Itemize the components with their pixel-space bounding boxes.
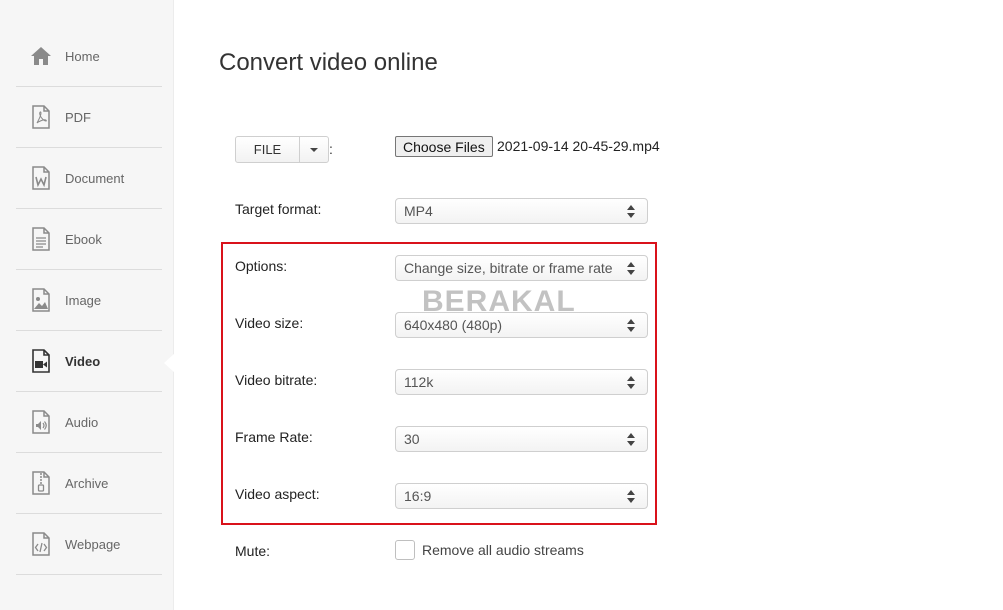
video-bitrate-label: Video bitrate: (235, 372, 318, 388)
sidebar-item-label: Webpage (65, 536, 121, 552)
options-label: Options: (235, 258, 288, 274)
target-format-select[interactable]: MP4 (395, 198, 648, 224)
file-colon: : (329, 141, 333, 157)
page-title: Convert video online (219, 49, 438, 76)
sidebar-item-pdf[interactable]: PDF (16, 87, 162, 148)
video-bitrate-select[interactable]: 112k (395, 369, 648, 395)
ebook-icon (29, 227, 53, 251)
sidebar: Home PDF Document Ebook Image Video Audi… (0, 0, 175, 610)
frame-rate-select[interactable]: 30 (395, 426, 648, 452)
mute-label: Mute: (235, 543, 271, 559)
target-format-label: Target format: (235, 201, 322, 217)
sidebar-item-video[interactable]: Video (16, 331, 175, 392)
sidebar-item-label: Archive (65, 475, 109, 491)
frame-rate-value: 30 (404, 431, 420, 447)
video-bitrate-value: 112k (404, 374, 434, 390)
select-arrows-icon (627, 205, 635, 218)
archive-icon (29, 471, 53, 495)
sidebar-item-archive[interactable]: Archive (16, 453, 162, 514)
choose-files-button[interactable]: Choose Files (395, 136, 493, 157)
webpage-icon (29, 532, 53, 556)
image-icon (29, 288, 53, 312)
audio-icon (29, 410, 53, 434)
select-arrows-icon (627, 433, 635, 446)
sidebar-item-label: Video (65, 353, 101, 369)
sidebar-item-ebook[interactable]: Ebook (16, 209, 162, 270)
selected-file-name: 2021-09-14 20-45-29.mp4 (497, 138, 660, 154)
video-size-label: Video size: (235, 315, 304, 331)
sidebar-item-label: Image (65, 292, 102, 308)
video-aspect-value: 16:9 (404, 488, 432, 504)
document-icon (29, 166, 53, 190)
options-select[interactable]: Change size, bitrate or frame rate (395, 255, 648, 281)
video-icon (29, 349, 53, 373)
select-arrows-icon (627, 490, 635, 503)
sidebar-item-home[interactable]: Home (16, 26, 162, 87)
sidebar-item-document[interactable]: Document (16, 148, 162, 209)
video-size-select[interactable]: 640x480 (480p) (395, 312, 648, 338)
caret-down-icon[interactable] (300, 137, 328, 162)
sidebar-item-image[interactable]: Image (16, 270, 162, 331)
video-size-value: 640x480 (480p) (404, 317, 503, 333)
target-format-value: MP4 (404, 203, 433, 219)
select-arrows-icon (627, 319, 635, 332)
options-value: Change size, bitrate or frame rate (404, 260, 613, 276)
sidebar-item-label: Ebook (65, 231, 102, 247)
select-arrows-icon (627, 376, 635, 389)
sidebar-item-label: PDF (65, 109, 91, 125)
sidebar-item-label: Audio (65, 414, 99, 430)
video-aspect-select[interactable]: 16:9 (395, 483, 648, 509)
frame-rate-label: Frame Rate: (235, 429, 313, 445)
pdf-icon (29, 105, 53, 129)
home-icon (29, 44, 53, 68)
file-source-dropdown[interactable]: FILE (235, 136, 329, 163)
select-arrows-icon (627, 262, 635, 275)
sidebar-item-label: Home (65, 48, 100, 64)
video-aspect-label: Video aspect: (235, 486, 320, 502)
sidebar-item-audio[interactable]: Audio (16, 392, 162, 453)
mute-checkbox[interactable] (395, 540, 415, 560)
sidebar-item-webpage[interactable]: Webpage (16, 514, 162, 575)
sidebar-item-label: Document (65, 170, 125, 186)
mute-checkbox-label[interactable]: Remove all audio streams (422, 542, 584, 558)
file-source-button[interactable]: FILE (236, 137, 300, 162)
